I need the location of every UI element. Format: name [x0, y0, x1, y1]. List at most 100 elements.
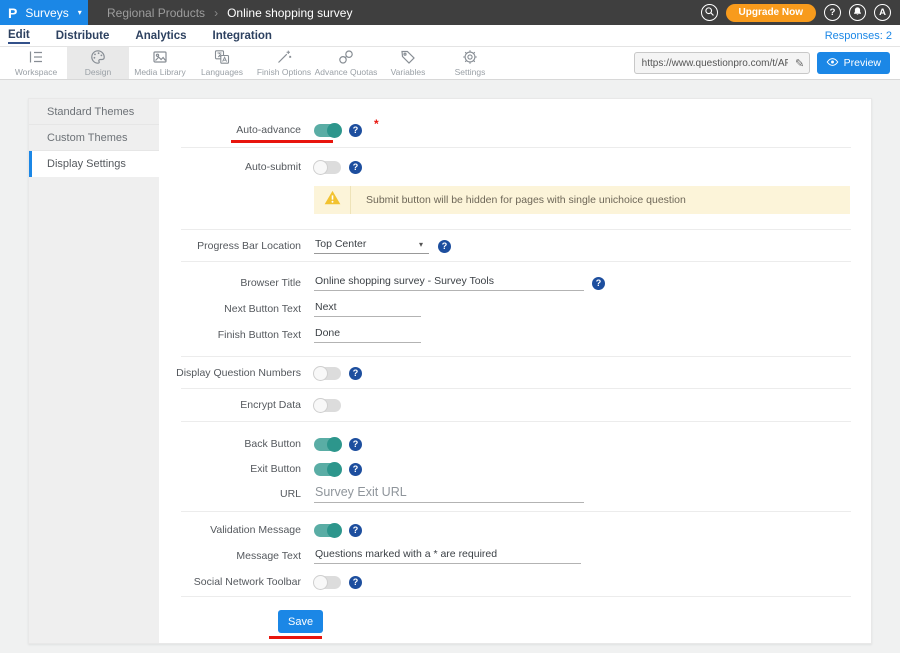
exit-button-label: Exit Button	[159, 463, 301, 475]
notifications-button[interactable]	[849, 4, 866, 21]
social-network-toolbar-toggle[interactable]	[314, 576, 341, 589]
back-button-label: Back Button	[159, 438, 301, 450]
design-palette-icon	[90, 49, 106, 65]
progress-bar-help-icon[interactable]: ?	[438, 240, 451, 253]
validation-message-label: Validation Message	[159, 524, 301, 536]
nav-tab-edit[interactable]: Edit	[8, 27, 30, 44]
section-divider	[181, 229, 851, 230]
nav-tab-distribute[interactable]: Distribute	[56, 28, 110, 43]
display-question-numbers-toggle[interactable]	[314, 367, 341, 380]
warning-icon-cell	[314, 186, 351, 214]
auto-submit-warning-banner: Submit button will be hidden for pages w…	[314, 186, 850, 214]
progress-bar-location-row: Progress Bar Location Top Center ▾ ?	[159, 233, 871, 259]
toolbar-item-label: Design	[85, 67, 111, 77]
auto-advance-help-icon[interactable]: ?	[349, 124, 362, 137]
social-network-toolbar-help-icon[interactable]: ?	[349, 576, 362, 589]
main-area: Standard Themes Custom Themes Display Se…	[0, 80, 900, 653]
toolbar-item-languages[interactable]: Languages	[191, 47, 253, 79]
exit-button-help-icon[interactable]: ?	[349, 463, 362, 476]
preview-button-label: Preview	[844, 57, 881, 69]
sidebar-item-standard-themes[interactable]: Standard Themes	[29, 99, 159, 125]
section-divider	[181, 147, 851, 148]
message-text-input[interactable]	[314, 548, 581, 564]
annotation-underline-save	[269, 636, 322, 639]
toolbar-item-design[interactable]: Design	[67, 47, 129, 79]
validation-message-toggle[interactable]	[314, 524, 341, 537]
toolbar-item-label: Media Library	[134, 67, 186, 77]
upgrade-now-button[interactable]: Upgrade Now	[726, 4, 816, 22]
validation-message-help-icon[interactable]: ?	[349, 524, 362, 537]
warning-text: Submit button will be hidden for pages w…	[351, 186, 686, 214]
toggle-knob	[313, 575, 328, 590]
search-button[interactable]	[701, 4, 718, 21]
breadcrumb-parent[interactable]: Regional Products	[107, 6, 205, 20]
finish-button-text-input[interactable]	[314, 327, 421, 343]
sidebar-item-label: Standard Themes	[47, 106, 134, 118]
sidebar-item-display-settings[interactable]: Display Settings	[29, 151, 159, 177]
settings-gear-icon	[462, 49, 478, 65]
finish-options-wand-icon	[276, 49, 292, 65]
auto-submit-label: Auto-submit	[159, 161, 301, 173]
sidebar-item-custom-themes[interactable]: Custom Themes	[29, 125, 159, 151]
browser-title-help-icon[interactable]: ?	[592, 277, 605, 290]
languages-translate-icon	[214, 49, 230, 65]
display-settings-content: Auto-advance ? Auto-submit ?	[159, 99, 871, 643]
selected-option-label: Top Center	[315, 238, 366, 250]
surveys-menu[interactable]: P Surveys ▾	[0, 0, 88, 25]
survey-url-input[interactable]	[635, 58, 791, 69]
back-button-help-icon[interactable]: ?	[349, 438, 362, 451]
toolbar-item-settings[interactable]: Settings	[439, 47, 501, 79]
design-toolbar: Workspace Design Media Library Languages…	[0, 47, 900, 80]
section-divider	[181, 356, 851, 357]
variables-tag-icon	[400, 49, 416, 65]
exit-url-input[interactable]	[314, 485, 584, 503]
toolbar-item-workspace[interactable]: Workspace	[5, 47, 67, 79]
progress-bar-location-label: Progress Bar Location	[159, 240, 301, 252]
toolbar-item-label: Settings	[455, 67, 486, 77]
auto-advance-toggle[interactable]	[314, 124, 341, 137]
preview-button[interactable]: Preview	[817, 52, 890, 74]
display-question-numbers-label: Display Question Numbers	[159, 367, 301, 379]
exit-button-toggle[interactable]	[314, 463, 341, 476]
section-divider	[181, 511, 851, 512]
help-button[interactable]: ?	[824, 4, 841, 21]
toolbar-item-media-library[interactable]: Media Library	[129, 47, 191, 79]
advance-quotas-links-icon	[338, 49, 354, 65]
media-library-icon	[152, 49, 168, 65]
responses-count-link[interactable]: Responses: 2	[825, 30, 892, 42]
toolbar-item-variables[interactable]: Variables	[377, 47, 439, 79]
chevron-down-icon: ▾	[78, 8, 82, 17]
toolbar-item-label: Finish Options	[257, 67, 311, 77]
sidebar-item-label: Display Settings	[47, 158, 126, 170]
avatar[interactable]: A	[874, 4, 891, 21]
toolbar-item-finish-options[interactable]: Finish Options	[253, 47, 315, 79]
encrypt-data-toggle[interactable]	[314, 399, 341, 412]
chevron-down-icon: ▾	[419, 240, 423, 249]
toolbar-item-advance-quotas[interactable]: Advance Quotas	[315, 47, 377, 79]
toggle-knob	[313, 366, 328, 381]
save-button[interactable]: Save	[278, 610, 323, 633]
toggle-knob	[313, 160, 328, 175]
display-question-numbers-help-icon[interactable]: ?	[349, 367, 362, 380]
social-network-toolbar-label: Social Network Toolbar	[159, 576, 301, 588]
eye-icon	[826, 57, 839, 70]
next-button-text-input[interactable]	[314, 301, 421, 317]
toggle-knob	[327, 123, 342, 138]
survey-url-box: ✎	[634, 52, 810, 74]
back-button-toggle[interactable]	[314, 438, 341, 451]
progress-bar-location-select[interactable]: Top Center ▾	[314, 238, 429, 254]
nav-tab-integration[interactable]: Integration	[213, 28, 272, 43]
exit-url-label: URL	[159, 488, 301, 500]
browser-title-row: Browser Title ?	[159, 270, 871, 296]
sidebar-item-label: Custom Themes	[47, 132, 128, 144]
nav-tab-analytics[interactable]: Analytics	[135, 28, 186, 43]
browser-title-input[interactable]	[314, 275, 584, 291]
auto-submit-help-icon[interactable]: ?	[349, 161, 362, 174]
breadcrumb-current: Online shopping survey	[227, 6, 352, 20]
warning-triangle-icon	[324, 190, 341, 210]
auto-submit-toggle[interactable]	[314, 161, 341, 174]
workspace-icon	[28, 49, 44, 65]
question-mark-icon: ?	[830, 7, 836, 18]
toolbar-item-label: Languages	[201, 67, 243, 77]
edit-url-pencil-icon[interactable]: ✎	[791, 57, 809, 70]
